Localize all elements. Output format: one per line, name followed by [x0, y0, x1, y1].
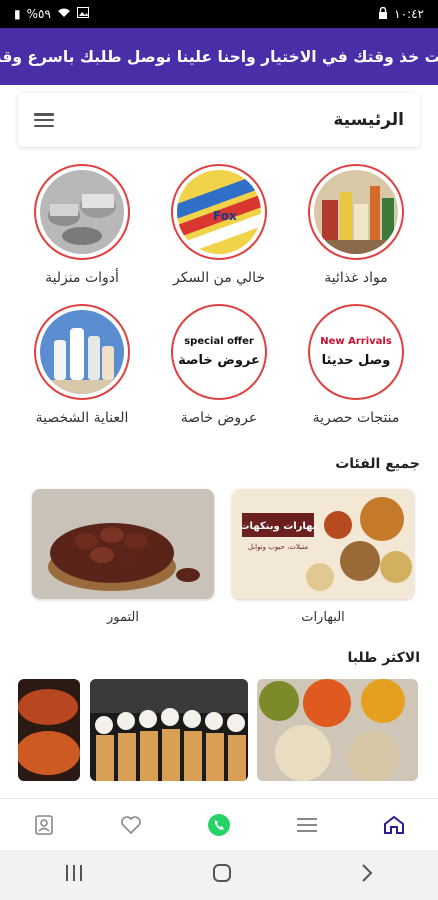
- photo-icon: [76, 7, 89, 21]
- category-food-image: [308, 164, 404, 260]
- category-label: مواد غذائية: [324, 270, 388, 286]
- most-ordered-title: الاكثر طلبا: [347, 650, 420, 666]
- category-label: عروض خاصة: [180, 410, 258, 426]
- home-icon[interactable]: [374, 805, 414, 845]
- product-card-canned[interactable]: [257, 679, 418, 781]
- category-label: خالي من السكر: [172, 270, 265, 286]
- category-label: العناية الشخصية: [35, 410, 129, 426]
- heart-icon[interactable]: [111, 805, 151, 845]
- category-special-offers-image: special offer عروض خاصة: [171, 304, 267, 400]
- signal-icon: ▮: [14, 7, 21, 21]
- exclusive-image-text-en: New Arrivals: [320, 336, 392, 347]
- category-card-label: التمور: [106, 610, 139, 625]
- spices-image-text-1: بهارات وبنكهات: [239, 521, 316, 532]
- hamburger-menu-icon[interactable]: [34, 113, 54, 127]
- product-card-cigarettes[interactable]: [90, 679, 248, 781]
- top-bar: الرئيسية: [18, 93, 420, 147]
- exclusive-image-text-ar: وصل حديثا: [322, 353, 391, 368]
- category-special-offers[interactable]: special offer عروض خاصة عروض خاصة: [159, 304, 279, 426]
- category-card-spices[interactable]: بهارات وبنكهات متبلات، حبوب وتوابل: [232, 489, 414, 599]
- category-card-dates[interactable]: [32, 489, 214, 599]
- page-title: الرئيسية: [333, 110, 404, 130]
- home-button-icon[interactable]: [212, 863, 232, 887]
- product-card-spice-powder[interactable]: [18, 679, 80, 781]
- category-household[interactable]: أدوات منزلية: [22, 164, 142, 286]
- status-bar: ▮ %٥٩ ١٠:٤٢: [0, 0, 438, 28]
- bottom-nav: [0, 798, 438, 850]
- status-right: ١٠:٤٢: [378, 6, 424, 22]
- all-categories-title: جميع الفئات: [335, 456, 420, 472]
- wifi-icon: [57, 7, 71, 21]
- category-card-label: البهارات: [301, 610, 345, 625]
- category-personal-care-image: [34, 304, 130, 400]
- category-label: منتجات حصرية: [312, 410, 400, 426]
- special-offer-image-text-ar: عروض خاصة: [178, 353, 260, 368]
- battery-text: %٥٩: [26, 7, 51, 21]
- recent-apps-icon[interactable]: [64, 864, 84, 886]
- category-label: أدوات منزلية: [45, 270, 119, 286]
- clock-text: ١٠:٤٢: [394, 7, 424, 21]
- sugar-free-image-text: Fox: [213, 209, 237, 223]
- system-nav: [0, 850, 438, 900]
- whatsapp-icon[interactable]: [199, 805, 239, 845]
- banner-text: انت خذ وقتك في الاختيار واحنا علينا نوصل…: [0, 47, 438, 66]
- category-food[interactable]: مواد غذائية: [296, 164, 416, 286]
- category-sugar-free-image: Fox: [171, 164, 267, 260]
- profile-icon[interactable]: [24, 805, 64, 845]
- back-icon[interactable]: [360, 863, 374, 887]
- category-household-image: [34, 164, 130, 260]
- status-left: ▮ %٥٩: [14, 7, 89, 21]
- lock-icon: [378, 6, 388, 22]
- special-offer-image-text-en: special offer: [184, 336, 254, 347]
- promo-banner: انت خذ وقتك في الاختيار واحنا علينا نوصل…: [0, 28, 438, 85]
- list-icon[interactable]: [287, 805, 327, 845]
- category-sugar-free[interactable]: Fox خالي من السكر: [159, 164, 279, 286]
- category-personal-care[interactable]: العناية الشخصية: [22, 304, 142, 426]
- category-exclusive[interactable]: New Arrivals وصل حديثا منتجات حصرية: [296, 304, 416, 426]
- category-exclusive-image: New Arrivals وصل حديثا: [308, 304, 404, 400]
- spices-image-text-2: متبلات، حبوب وتوابل: [248, 543, 308, 551]
